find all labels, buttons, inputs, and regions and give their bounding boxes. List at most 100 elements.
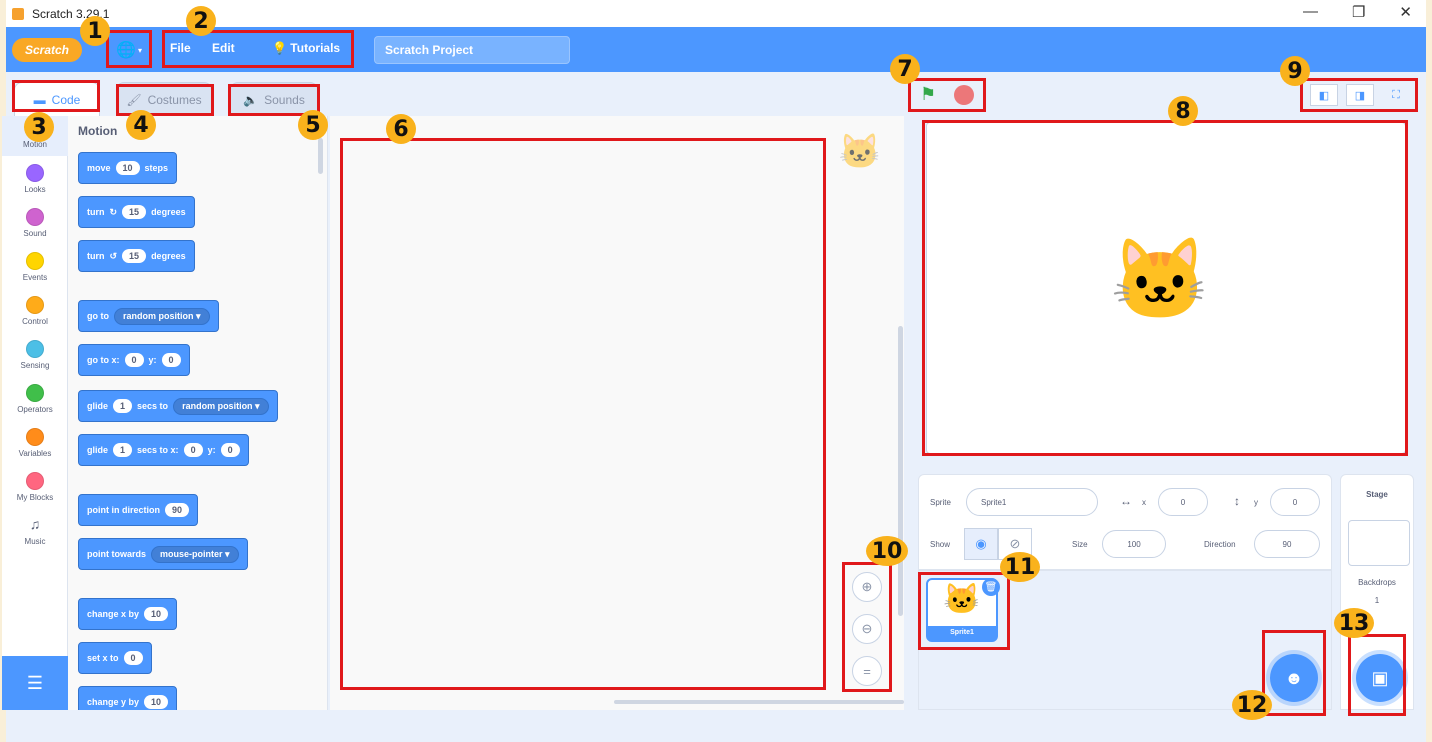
- block-text: turn: [87, 251, 105, 261]
- script-horizontal-scrollbar[interactable]: [614, 700, 904, 704]
- annotation-badge-13: 13: [1334, 608, 1374, 638]
- project-title-input[interactable]: Scratch Project: [374, 36, 570, 64]
- block-text: glide: [87, 401, 109, 411]
- category-label: Sound: [23, 229, 47, 238]
- annotation-box-11: [918, 572, 1010, 650]
- block-go-to[interactable]: go to random position ▾: [78, 300, 219, 332]
- category-label: Operators: [17, 405, 53, 414]
- category-looks[interactable]: Looks: [2, 164, 68, 194]
- category-events[interactable]: Events: [2, 252, 68, 282]
- category-label: My Blocks: [16, 493, 54, 502]
- size-label: Size: [1072, 540, 1088, 549]
- block-move-steps[interactable]: move 10 steps: [78, 152, 178, 184]
- annotation-badge-4: 4: [126, 110, 156, 140]
- scratch-app-icon: [12, 7, 24, 20]
- x-label: x: [1142, 498, 1146, 507]
- annotation-badge-5: 5: [298, 110, 328, 140]
- category-music[interactable]: ♫ Music: [2, 516, 68, 546]
- backdrops-label: Backdrops: [1358, 578, 1396, 587]
- horizontal-arrows-icon: ↔: [1120, 494, 1132, 508]
- events-dot-icon: [26, 252, 44, 270]
- block-dropdown[interactable]: random position ▾: [173, 397, 269, 415]
- sprite-name-input[interactable]: Sprite1: [966, 488, 1098, 516]
- block-dropdown[interactable]: random position ▾: [114, 307, 210, 325]
- block-text: go to x:: [87, 355, 120, 365]
- block-text: set x to: [87, 653, 119, 663]
- annotation-box-3: [12, 80, 100, 112]
- block-turn-right[interactable]: turn ↻ 15 degrees: [78, 196, 195, 228]
- block-input[interactable]: 10: [144, 695, 169, 709]
- block-text: move: [87, 163, 111, 173]
- category-operators[interactable]: Operators: [2, 384, 68, 414]
- block-input[interactable]: 10: [144, 607, 169, 621]
- block-input[interactable]: 15: [122, 205, 147, 219]
- scratch-logo[interactable]: Scratch: [12, 38, 82, 62]
- block-input[interactable]: 10: [115, 161, 140, 175]
- block-input[interactable]: 1: [113, 399, 133, 413]
- block-set-x[interactable]: set x to 0: [78, 642, 152, 674]
- block-palette: Motion move 10 steps turn ↻ 15 degrees t…: [68, 116, 328, 710]
- block-go-to-xy[interactable]: go to x: 0 y: 0: [78, 344, 190, 376]
- block-text: y:: [207, 445, 216, 455]
- category-sound[interactable]: Sound: [2, 208, 68, 238]
- block-point-in-direction[interactable]: point in direction 90: [78, 494, 199, 526]
- block-glide-to[interactable]: glide 1 secs to random position ▾: [78, 390, 278, 422]
- add-extension-button[interactable]: ☰: [2, 656, 68, 710]
- operators-dot-icon: [26, 384, 44, 402]
- annotation-box-9: [1300, 78, 1418, 112]
- category-label: Events: [22, 273, 48, 282]
- y-position-input[interactable]: 0: [1270, 488, 1320, 516]
- block-input[interactable]: 0: [161, 353, 181, 367]
- vertical-arrows-icon: ↕: [1234, 494, 1240, 508]
- x-position-input[interactable]: 0: [1158, 488, 1208, 516]
- sprite-label: Sprite: [930, 498, 951, 507]
- maximize-button[interactable]: ❐: [1352, 3, 1365, 21]
- block-point-towards[interactable]: point towards mouse-pointer ▾: [78, 538, 248, 570]
- block-text: degrees: [151, 251, 186, 261]
- block-input[interactable]: 0: [124, 353, 144, 367]
- block-text: secs to: [137, 401, 169, 411]
- size-input[interactable]: 100: [1102, 530, 1166, 558]
- block-input[interactable]: 0: [220, 443, 240, 457]
- variables-dot-icon: [26, 428, 44, 446]
- rotate-left-icon: ↺: [109, 250, 118, 261]
- annotation-box-7: [908, 78, 986, 112]
- minimize-button[interactable]: —: [1303, 3, 1318, 21]
- annotation-badge-3: 3: [24, 112, 54, 142]
- block-input[interactable]: 0: [183, 443, 203, 457]
- block-change-y[interactable]: change y by 10: [78, 686, 178, 710]
- sound-dot-icon: [26, 208, 44, 226]
- block-text: change x by: [87, 609, 140, 619]
- rotate-right-icon: ↻: [109, 206, 118, 217]
- block-input[interactable]: 90: [165, 503, 190, 517]
- category-my-blocks[interactable]: My Blocks: [2, 472, 68, 502]
- annotation-box-4: [116, 84, 214, 116]
- category-menu: Motion Looks Sound Events Control Sensin…: [2, 116, 68, 710]
- block-input[interactable]: 1: [113, 443, 133, 457]
- category-control[interactable]: Control: [2, 296, 68, 326]
- category-sensing[interactable]: Sensing: [2, 340, 68, 370]
- category-variables[interactable]: Variables: [2, 428, 68, 458]
- block-dropdown[interactable]: mouse-pointer ▾: [151, 545, 239, 563]
- show-label: Show: [930, 540, 951, 549]
- stage-thumbnail[interactable]: [1348, 520, 1410, 566]
- block-change-x[interactable]: change x by 10: [78, 598, 178, 630]
- category-label: Music: [24, 537, 46, 546]
- annotation-box-13: [1348, 634, 1406, 716]
- block-turn-left[interactable]: turn ↺ 15 degrees: [78, 240, 195, 272]
- block-text: change y by: [87, 697, 140, 707]
- block-text: degrees: [151, 207, 186, 217]
- block-input[interactable]: 15: [122, 249, 147, 263]
- block-input[interactable]: 0: [123, 651, 143, 665]
- palette-section-title: Motion: [78, 124, 118, 138]
- annotation-box-6: [340, 138, 826, 690]
- direction-input[interactable]: 90: [1254, 530, 1320, 558]
- block-text: point in direction: [87, 505, 160, 515]
- palette-scrollbar[interactable]: [318, 138, 323, 174]
- sensing-dot-icon: [26, 340, 44, 358]
- stage-label: Stage: [1366, 490, 1388, 499]
- script-vertical-scrollbar[interactable]: [898, 326, 903, 616]
- show-sprite-button[interactable]: ◉: [964, 528, 998, 560]
- block-glide-xy[interactable]: glide 1 secs to x: 0 y: 0: [78, 434, 249, 466]
- close-button[interactable]: ✕: [1399, 3, 1412, 21]
